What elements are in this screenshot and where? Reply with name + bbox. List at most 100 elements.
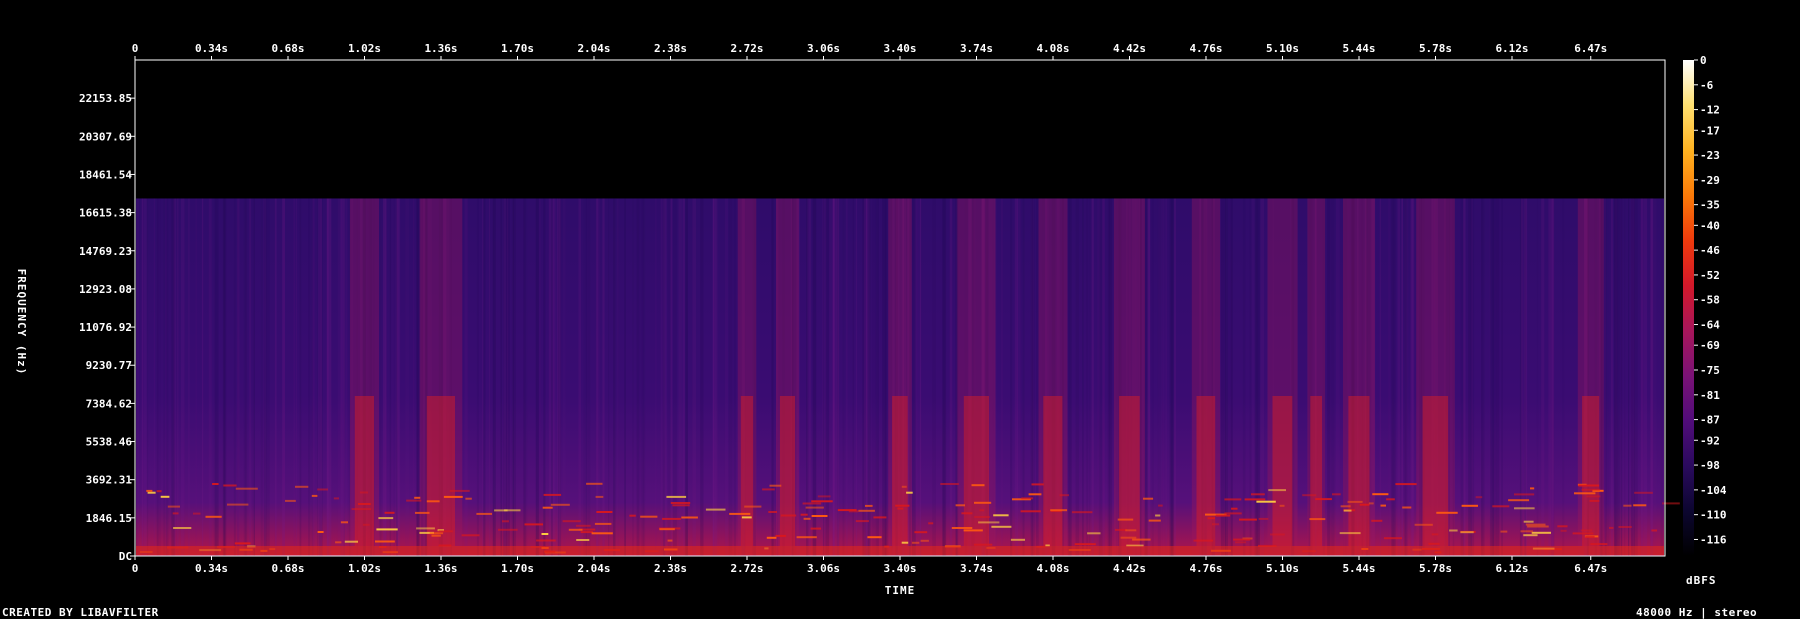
harmonic-mark (897, 507, 904, 510)
x-axis-title: TIME (885, 584, 916, 597)
colorbar-tick-label: -46 (1700, 244, 1720, 257)
noise-streak (1393, 198, 1396, 556)
colorbar-tick-label: -17 (1700, 124, 1720, 137)
noise-streak (1471, 198, 1473, 556)
harmonic-mark (979, 509, 985, 512)
harmonic-mark (1207, 517, 1215, 520)
harmonic-mark (541, 533, 549, 535)
colorbar-tick-label: -12 (1700, 104, 1720, 117)
noise-streak (511, 198, 515, 556)
harmonic-mark (317, 531, 324, 533)
harmonic-mark (1523, 520, 1534, 523)
noise-streak (236, 198, 240, 556)
colorbar-tick-label: -40 (1700, 219, 1720, 232)
x-top-tick-label: 2.72s (730, 42, 763, 55)
colorbar-tick-label: -35 (1700, 199, 1720, 212)
harmonic-mark (438, 530, 453, 533)
x-bottom-tick-label: 0 (132, 562, 139, 575)
noise-streak (1242, 198, 1246, 556)
noise-streak (1228, 198, 1233, 556)
colorbar-tick-label: -98 (1700, 459, 1720, 472)
harmonic-mark (1347, 500, 1363, 503)
harmonic-mark (817, 495, 831, 498)
harmonic-mark (333, 497, 339, 500)
noise-streak (397, 198, 401, 556)
harmonic-mark (1031, 483, 1044, 486)
harmonic-mark (973, 543, 993, 546)
x-top-tick-label: 2.38s (654, 42, 687, 55)
noise-streak (556, 198, 561, 556)
harmonic-mark (1087, 532, 1101, 535)
spectrogram-chart: 0 0.34s 0.68s 1.02s 1.36s 1.70s 2.04s 2.38s 2.72… (15, 42, 1727, 597)
dc-band (136, 546, 1664, 555)
noise-streak (1524, 198, 1528, 556)
noise-streak (1604, 198, 1606, 556)
harmonic-mark (1634, 491, 1653, 494)
harmonic-mark (173, 527, 192, 529)
noise-streak (1536, 198, 1539, 556)
harmonic-mark (1258, 517, 1269, 520)
harmonic-mark (147, 491, 156, 494)
energy-band-core (1310, 396, 1322, 546)
noise-streak (1086, 198, 1088, 556)
noise-streak (213, 198, 218, 556)
harmonic-mark (375, 540, 395, 543)
harmonic-mark (1244, 498, 1266, 501)
harmonic-mark (295, 485, 309, 488)
harmonic-mark (1461, 504, 1478, 507)
harmonic-mark (769, 484, 782, 487)
y-tick-label: 20307.69 (79, 130, 132, 143)
noise-streak (1481, 198, 1483, 556)
harmonic-mark (1059, 494, 1069, 497)
x-top-tick-label: 6.12s (1495, 42, 1528, 55)
x-top-tick-label: 3.40s (883, 42, 916, 55)
noise-streak (1494, 198, 1497, 556)
harmonic-mark (591, 532, 613, 535)
x-top-tick-label: 1.36s (424, 42, 457, 55)
x-bottom-tick-label: 2.04s (577, 562, 610, 575)
x-bottom-tick-label: 3.74s (960, 562, 993, 575)
harmonic-mark (476, 512, 492, 515)
noise-streak (1489, 198, 1491, 556)
harmonic-mark (1132, 538, 1151, 541)
noise-streak (932, 198, 936, 556)
noise-streak (506, 198, 510, 556)
noise-streak (733, 198, 737, 556)
harmonic-mark (595, 495, 604, 498)
harmonic-mark (705, 508, 726, 511)
energy-band-core (426, 396, 455, 546)
noise-streak (1158, 198, 1163, 556)
harmonic-mark (146, 489, 153, 492)
noise-streak (492, 198, 494, 556)
x-top-tick-label: 6.47s (1574, 42, 1607, 55)
harmonic-mark (659, 528, 675, 531)
harmonic-mark (1340, 505, 1351, 508)
harmonic-mark (193, 512, 201, 515)
noise-streak (712, 198, 715, 556)
colorbar-tick-label: -69 (1700, 339, 1720, 352)
noise-streak (489, 198, 490, 556)
harmonic-mark (805, 506, 824, 509)
noise-streak (136, 198, 139, 556)
y-tick-label: 5538.46 (86, 436, 133, 449)
noise-streak (319, 198, 323, 556)
harmonic-mark (1380, 504, 1386, 507)
noise-streak (383, 198, 387, 556)
noise-streak (1251, 198, 1255, 556)
colorbar-tick-label: -23 (1700, 149, 1720, 162)
noise-streak (1650, 198, 1654, 556)
noise-streak (163, 198, 166, 556)
energy-band-core (779, 396, 795, 546)
harmonic-mark (1585, 535, 1595, 538)
harmonic-mark (858, 509, 875, 512)
harmonic-mark (449, 489, 470, 492)
x-bottom-tick-label: 5.10s (1266, 562, 1299, 575)
harmonic-mark (1020, 510, 1041, 513)
harmonic-mark (901, 485, 907, 488)
harmonic-mark (461, 534, 480, 537)
harmonic-mark (1315, 498, 1332, 501)
noise-streak (845, 198, 848, 556)
noise-streak (476, 198, 479, 556)
noise-streak (1091, 198, 1094, 556)
harmonic-mark (1339, 532, 1361, 535)
